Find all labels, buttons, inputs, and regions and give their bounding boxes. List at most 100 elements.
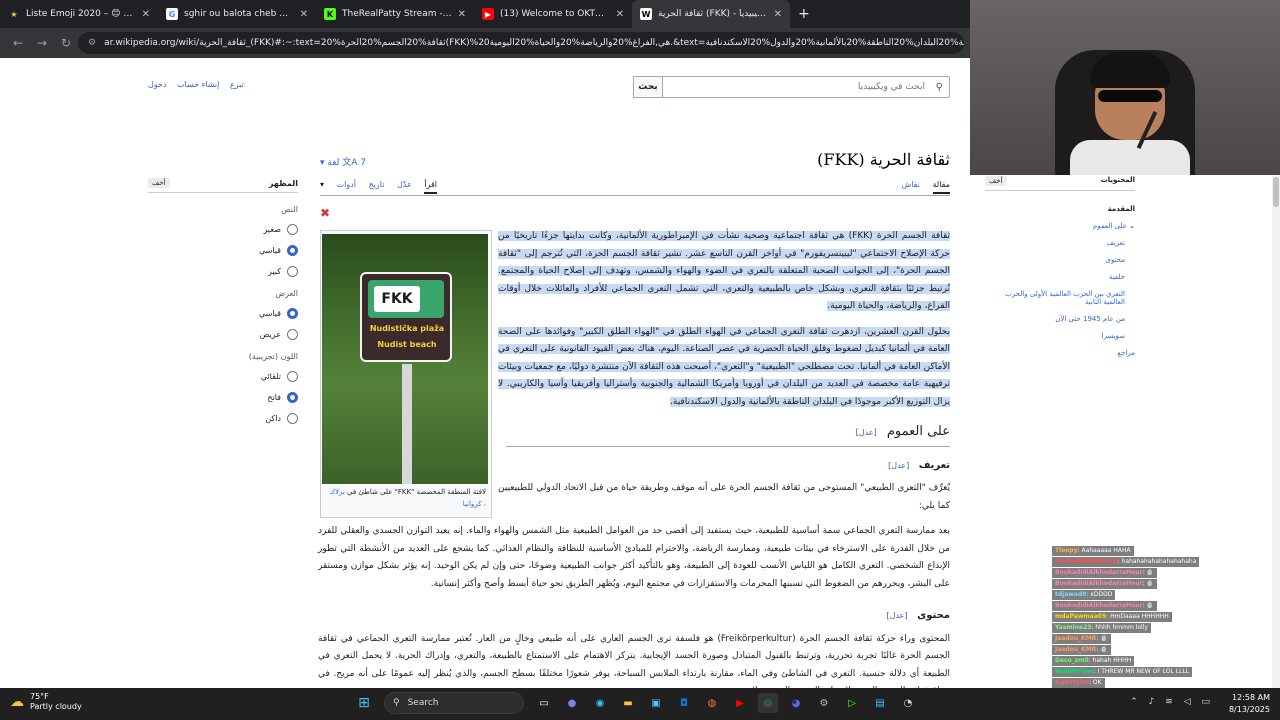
- radio-button[interactable]: [287, 413, 298, 424]
- toc-item-background[interactable]: خلفية: [985, 273, 1135, 281]
- tab-talk[interactable]: نقاش: [901, 180, 919, 192]
- tab-article[interactable]: مقالة: [932, 180, 950, 194]
- toc-item-intro[interactable]: المقدمة: [985, 205, 1135, 213]
- toc-item-switzerland[interactable]: سويسرا: [985, 332, 1135, 340]
- scrollbar-thumb[interactable]: [1273, 177, 1279, 207]
- url-field[interactable]: ⚙ ar.wikipedia.org/wiki/ثقافة_الحرية_(FK…: [78, 32, 964, 54]
- forward-arrow-icon[interactable]: →: [30, 36, 54, 50]
- radio-button-selected[interactable]: [287, 245, 298, 256]
- text-size-large[interactable]: كبير: [148, 266, 298, 277]
- chat-username[interactable]: BoukadidiAlkhodarraHeur: [1055, 569, 1142, 576]
- browser-tab-youtube[interactable]: ▶ (13) Welcome to OKTOBERFEST ✕: [474, 0, 632, 28]
- chat-username[interactable]: Yasmine23: [1055, 624, 1091, 631]
- radio-button-selected[interactable]: [287, 392, 298, 403]
- weather-widget[interactable]: ☁ 75°F Partly cloudy: [10, 692, 82, 712]
- tab-tools[interactable]: أدوات: [337, 180, 356, 192]
- taskbar-search[interactable]: ⚲ Search: [384, 692, 524, 714]
- toc-item-definition[interactable]: تعريف: [985, 239, 1135, 247]
- close-icon[interactable]: ✕: [616, 9, 624, 20]
- chevron-up-icon[interactable]: ⌃: [1130, 697, 1138, 707]
- photos-icon[interactable]: ▤: [870, 693, 890, 713]
- tab-read[interactable]: اقرأ: [424, 180, 438, 194]
- new-tab-button[interactable]: +: [790, 6, 818, 22]
- store-icon[interactable]: ▣: [646, 693, 666, 713]
- close-icon[interactable]: ✕: [458, 9, 466, 20]
- width-wide[interactable]: عريض: [148, 329, 298, 340]
- edit-link[interactable]: عدل: [891, 461, 906, 470]
- edge-icon[interactable]: ◉: [590, 693, 610, 713]
- discord-icon[interactable]: ◕: [786, 693, 806, 713]
- toc-item-general[interactable]: ⌄ على العموم: [985, 222, 1135, 230]
- login-link[interactable]: دخول: [148, 80, 166, 89]
- toc-item-references[interactable]: مراجع: [985, 349, 1135, 357]
- chat-username[interactable]: Geco_zm0: [1055, 657, 1089, 664]
- browser-tab-emoji[interactable]: ★ Liste Emoji 2020 – 😊 Emoji ✕: [0, 0, 158, 28]
- radio-button-selected[interactable]: [287, 308, 298, 319]
- volume-icon[interactable]: ◁: [1184, 697, 1191, 707]
- appearance-hide-button[interactable]: أخف: [148, 178, 170, 188]
- color-dark[interactable]: داكن: [148, 413, 298, 424]
- donate-link[interactable]: تبرع: [230, 80, 244, 89]
- chat-username[interactable]: BoukadidiAlkhodarraHeur: [1055, 580, 1142, 587]
- radio-button[interactable]: [287, 266, 298, 277]
- outlook-icon[interactable]: ◘: [674, 693, 694, 713]
- chat-username[interactable]: Jaadou_KMR: [1055, 635, 1096, 642]
- close-icon[interactable]: ✕: [300, 9, 308, 20]
- close-icon[interactable]: ✕: [774, 9, 782, 20]
- color-auto[interactable]: تلقائي: [148, 371, 298, 382]
- battery-icon[interactable]: ▭: [1201, 697, 1210, 707]
- wiki-search-box[interactable]: ⚲: [634, 76, 950, 98]
- text-size-standard[interactable]: قياسي: [148, 245, 298, 256]
- text-size-small[interactable]: صغير: [148, 224, 298, 235]
- close-icon[interactable]: ✕: [142, 9, 150, 20]
- chat-username[interactable]: Jaadou_KMR: [1055, 646, 1096, 653]
- browser-tab-kick[interactable]: K TheRealPatty Stream - Watch Li ✕: [316, 0, 474, 28]
- browser-tab-google[interactable]: G sghir ou balota cheb djeloul m ✕: [158, 0, 316, 28]
- obs-icon[interactable]: ◔: [898, 693, 918, 713]
- task-view-icon[interactable]: ▭: [534, 693, 554, 713]
- toc-item-content[interactable]: محتوى: [985, 256, 1135, 264]
- color-light[interactable]: فاتح: [148, 392, 298, 403]
- windows-start-icon[interactable]: ⊞: [354, 693, 374, 713]
- tab-history[interactable]: تاريخ: [369, 180, 385, 192]
- toc-hide-button[interactable]: أخف: [985, 176, 1007, 186]
- chat-username[interactable]: Tloopy: [1055, 547, 1078, 554]
- language-button[interactable]: 文A 7 لغة ▾: [320, 155, 366, 168]
- file-explorer-icon[interactable]: ▬: [618, 693, 638, 713]
- site-info-icon[interactable]: ⚙: [88, 38, 96, 48]
- wifi-icon[interactable]: ≋: [1165, 697, 1173, 707]
- tab-edit[interactable]: عدّل: [397, 180, 412, 192]
- chat-username[interactable]: tdjawad0: [1055, 591, 1086, 598]
- create-account-link[interactable]: إنشاء حساب: [177, 80, 219, 89]
- youtube-app-icon[interactable]: ▶: [730, 693, 750, 713]
- settings-gear-icon[interactable]: ⚙: [814, 693, 834, 713]
- kick-app-icon[interactable]: ▷: [842, 693, 862, 713]
- wiki-search-button[interactable]: بحث: [633, 76, 663, 98]
- chevron-down-icon: ▾: [320, 158, 325, 168]
- toc-item-interwar[interactable]: التعري بين الحرب العالمية الأولى والحرب …: [985, 290, 1135, 306]
- firefox-icon[interactable]: ◍: [702, 693, 722, 713]
- browser-tab-wikipedia[interactable]: W ثقافة الحرية (FKK) - ويكيبيديا ✕: [632, 0, 790, 28]
- chat-username[interactable]: ILyeStylss: [1055, 679, 1089, 686]
- chat-username[interactable]: WalidPrime: [1055, 668, 1094, 675]
- width-standard[interactable]: قياسي: [148, 308, 298, 319]
- clock[interactable]: 12:58 AM 8/13/2025: [1229, 692, 1270, 716]
- radio-button[interactable]: [287, 329, 298, 340]
- edit-link[interactable]: عدل: [859, 428, 874, 437]
- chrome-icon[interactable]: ◎: [758, 693, 778, 713]
- radio-button[interactable]: [287, 371, 298, 382]
- toc-item-1945[interactable]: من عام 1945 حتى الآن: [985, 315, 1135, 323]
- chat-username[interactable]: HICHAMPARABOLE: [1055, 558, 1118, 565]
- radio-button[interactable]: [287, 224, 298, 235]
- page-title: ثقافة الحرية (FKK): [817, 150, 950, 169]
- microphone-icon[interactable]: ♪: [1149, 697, 1155, 707]
- chat-username[interactable]: mdaPawmaa09: [1055, 613, 1106, 620]
- teams-icon[interactable]: ●: [562, 693, 582, 713]
- chevron-down-icon[interactable]: ⌄: [1129, 222, 1135, 230]
- wiki-search-input[interactable]: [635, 77, 949, 97]
- back-arrow-icon[interactable]: ←: [6, 36, 30, 50]
- chat-username[interactable]: BoukadidiAlkhodarraHeur: [1055, 602, 1142, 609]
- edit-link[interactable]: عدل: [890, 611, 905, 620]
- reload-icon[interactable]: ↻: [54, 36, 78, 50]
- coordinates-icon[interactable]: ✖: [320, 206, 330, 220]
